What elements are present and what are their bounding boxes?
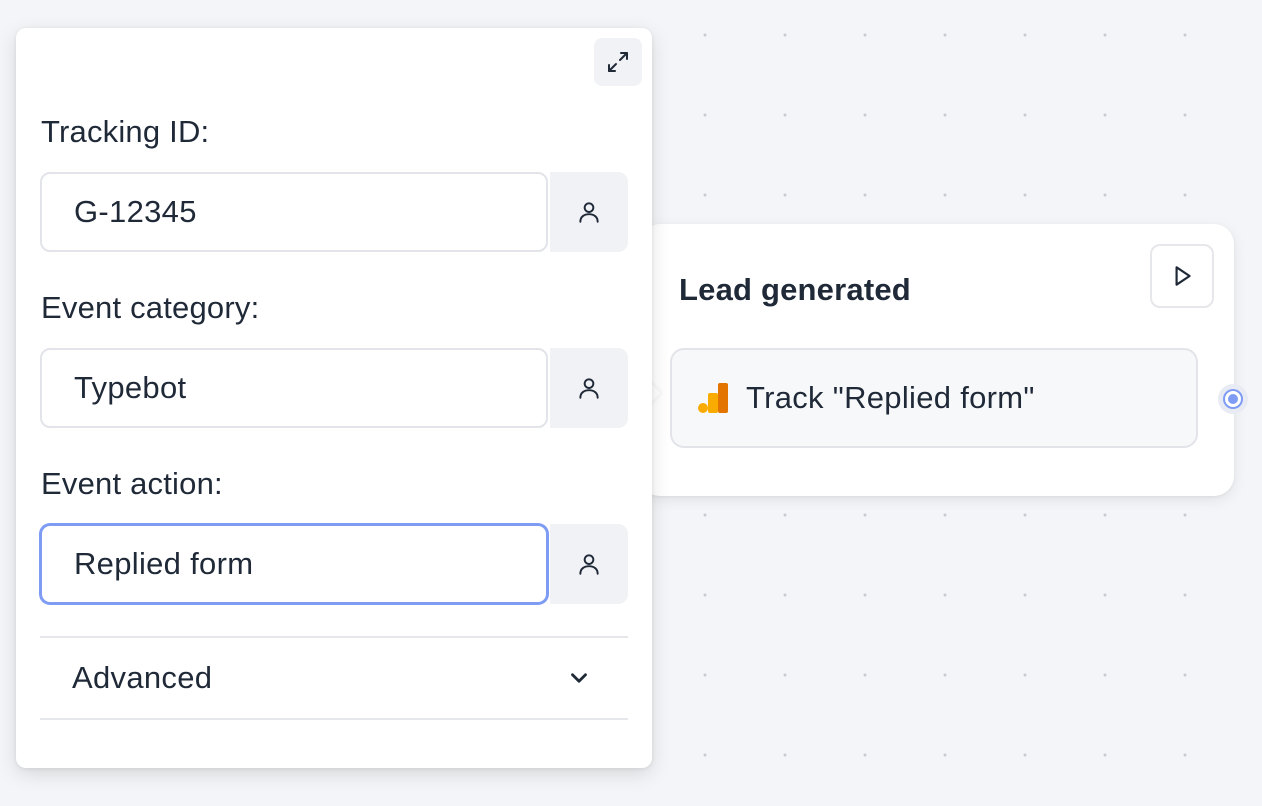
expand-button[interactable]	[594, 38, 642, 86]
event-category-input[interactable]: Typebot	[40, 348, 548, 428]
group-card[interactable]: Lead generated Track "Replied form"	[640, 224, 1248, 496]
user-icon	[579, 202, 599, 223]
event-action-input[interactable]: Replied form	[40, 524, 548, 604]
user-icon	[579, 554, 599, 575]
user-icon	[579, 378, 599, 399]
tracking-id-label: Tracking ID:	[41, 114, 210, 149]
advanced-label: Advanced	[72, 660, 213, 695]
divider	[40, 718, 628, 720]
event-category-label: Event category:	[41, 290, 260, 325]
google-analytics-icon	[698, 383, 728, 413]
event-category-variable-button[interactable]	[550, 348, 628, 428]
analytics-block[interactable]: Track "Replied form"	[670, 348, 1198, 448]
advanced-accordion-toggle[interactable]: Advanced	[40, 638, 628, 718]
tracking-id-variable-button[interactable]	[550, 172, 628, 252]
group-title[interactable]: Lead generated	[679, 272, 911, 308]
connector-dot	[1225, 391, 1241, 407]
play-icon	[1175, 266, 1191, 286]
block-label: Track "Replied form"	[746, 380, 1035, 415]
tracking-id-input[interactable]: G-12345	[40, 172, 548, 252]
expand-icon	[608, 52, 628, 72]
block-settings-popover: Tracking ID: G-12345 Event category: Typ…	[16, 28, 652, 768]
event-action-variable-button[interactable]	[550, 524, 628, 604]
test-group-button[interactable]	[1150, 244, 1214, 308]
chevron-down-icon	[571, 673, 587, 683]
block-output-connector[interactable]	[1218, 384, 1248, 414]
event-action-label: Event action:	[41, 466, 223, 501]
